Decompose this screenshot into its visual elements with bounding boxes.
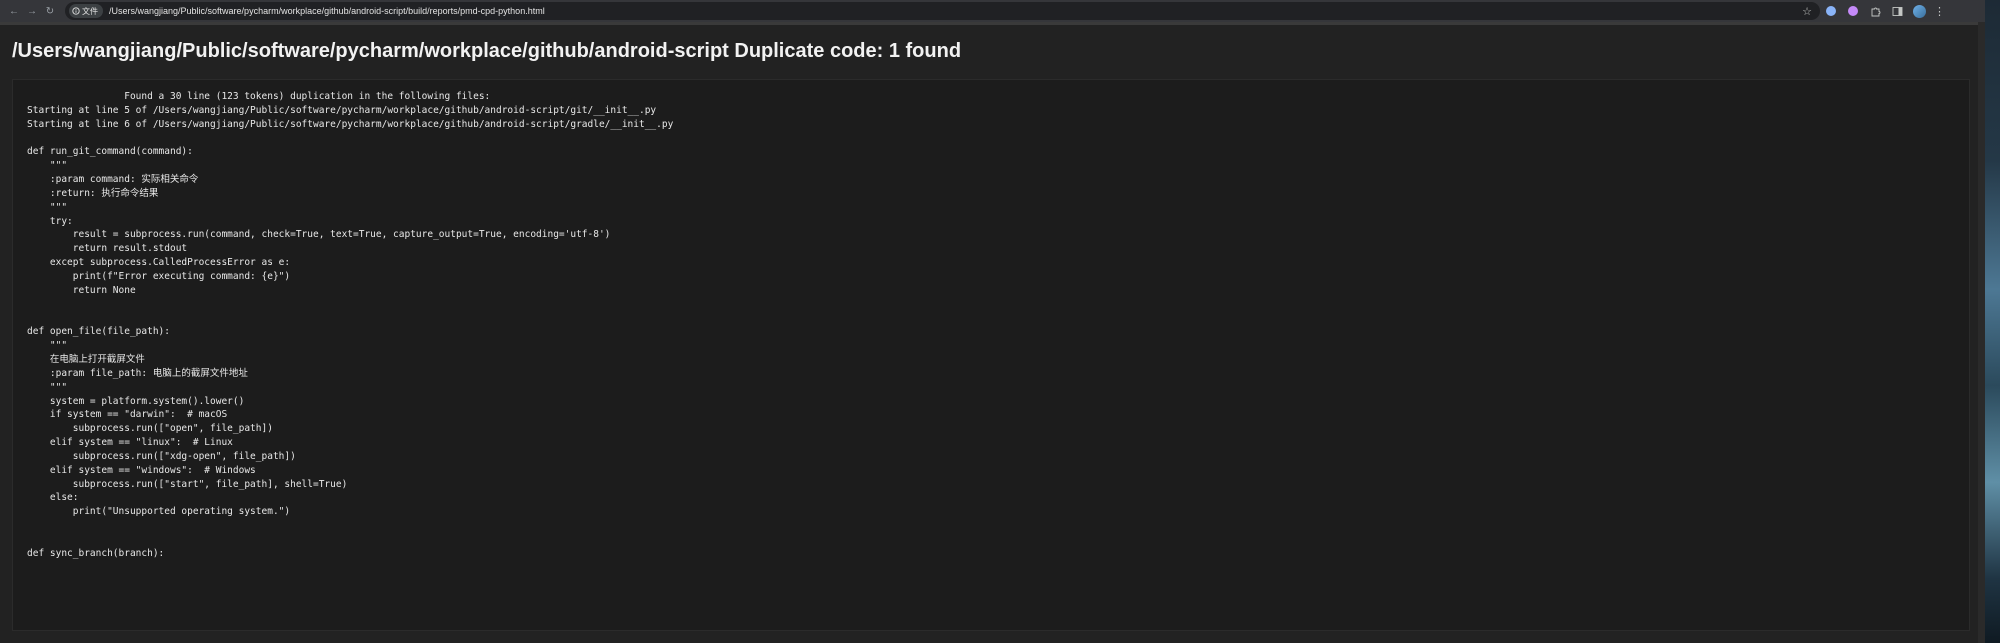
divider xyxy=(0,22,1985,25)
code-line: subprocess.run(["start", file_path], she… xyxy=(27,478,348,490)
code-line: except subprocess.CalledProcessError as … xyxy=(27,257,291,269)
duplicate-code-block: Found a 30 line (123 tokens) duplication… xyxy=(12,79,1970,631)
code-line: Found a 30 line (123 tokens) duplication… xyxy=(27,91,496,102)
code-line: subprocess.run(["open", file_path]) xyxy=(27,423,273,435)
code-line: result = subprocess.run(command, check=T… xyxy=(27,229,611,241)
code-line: else: xyxy=(27,492,79,504)
code-line: try: xyxy=(27,215,73,227)
code-line: elif system == "linux": # Linux xyxy=(27,437,233,449)
code-line: """ xyxy=(27,160,68,172)
code-line: if system == "darwin": # macOS xyxy=(27,409,228,421)
avatar[interactable] xyxy=(1911,3,1927,19)
code-line: def open_file(file_path): xyxy=(27,326,170,338)
code-line: """ xyxy=(27,340,68,352)
puzzle-icon[interactable] xyxy=(1867,3,1883,19)
code-line: Starting at line 6 of /Users/wangjiang/P… xyxy=(27,118,674,130)
code-line: return result.stdout xyxy=(27,243,188,255)
sidebar-icon[interactable] xyxy=(1889,3,1905,19)
code-line: :param command: 实际相关命令 xyxy=(27,174,199,186)
code-text: Found a 30 line (123 tokens) duplication… xyxy=(13,80,1969,561)
code-line: 在电脑上打开截屏文件 xyxy=(27,354,145,366)
code-line: subprocess.run(["xdg-open", file_path]) xyxy=(27,450,296,462)
extension-icon-2[interactable] xyxy=(1845,3,1861,19)
scrollbar[interactable] xyxy=(1978,22,1985,643)
extension-icon-1[interactable] xyxy=(1823,3,1839,19)
url-text[interactable]: /Users/wangjiang/Public/software/pycharm… xyxy=(109,6,545,16)
reload-icon[interactable]: ↻ xyxy=(41,2,59,20)
code-line: """ xyxy=(27,201,68,213)
desktop-wallpaper-edge xyxy=(1985,0,2000,643)
code-line: :param file_path: 电脑上的截屏文件地址 xyxy=(27,367,248,379)
code-line: def run_git_command(command): xyxy=(27,146,193,158)
browser-toolbar: ← → ↻ 文件 /Users/wangjiang/Public/softwar… xyxy=(0,0,1985,22)
page-title: /Users/wangjiang/Public/software/pycharm… xyxy=(12,40,962,62)
code-line: """ xyxy=(27,381,68,393)
info-icon xyxy=(72,7,80,15)
code-line: Starting at line 5 of /Users/wangjiang/P… xyxy=(27,104,657,116)
site-info-chip[interactable]: 文件 xyxy=(69,4,103,18)
back-arrow-icon[interactable]: ← xyxy=(5,2,23,20)
code-line: system = platform.system().lower() xyxy=(27,395,245,407)
code-line: return None xyxy=(27,284,136,296)
address-bar[interactable]: 文件 /Users/wangjiang/Public/software/pych… xyxy=(65,2,1820,20)
page-content: /Users/wangjiang/Public/software/pycharm… xyxy=(0,22,1985,643)
code-line: print(f"Error executing command: {e}") xyxy=(27,270,291,282)
forward-arrow-icon[interactable]: → xyxy=(23,2,41,20)
menu-icon[interactable]: ⋮ xyxy=(1934,5,1945,18)
chip-label: 文件 xyxy=(82,6,98,16)
code-line: :return: 执行命令结果 xyxy=(27,187,159,199)
code-line: print("Unsupported operating system.") xyxy=(27,506,291,518)
code-line: elif system == "windows": # Windows xyxy=(27,464,256,476)
star-icon[interactable]: ☆ xyxy=(1802,5,1812,18)
code-line: def sync_branch(branch): xyxy=(27,547,165,559)
